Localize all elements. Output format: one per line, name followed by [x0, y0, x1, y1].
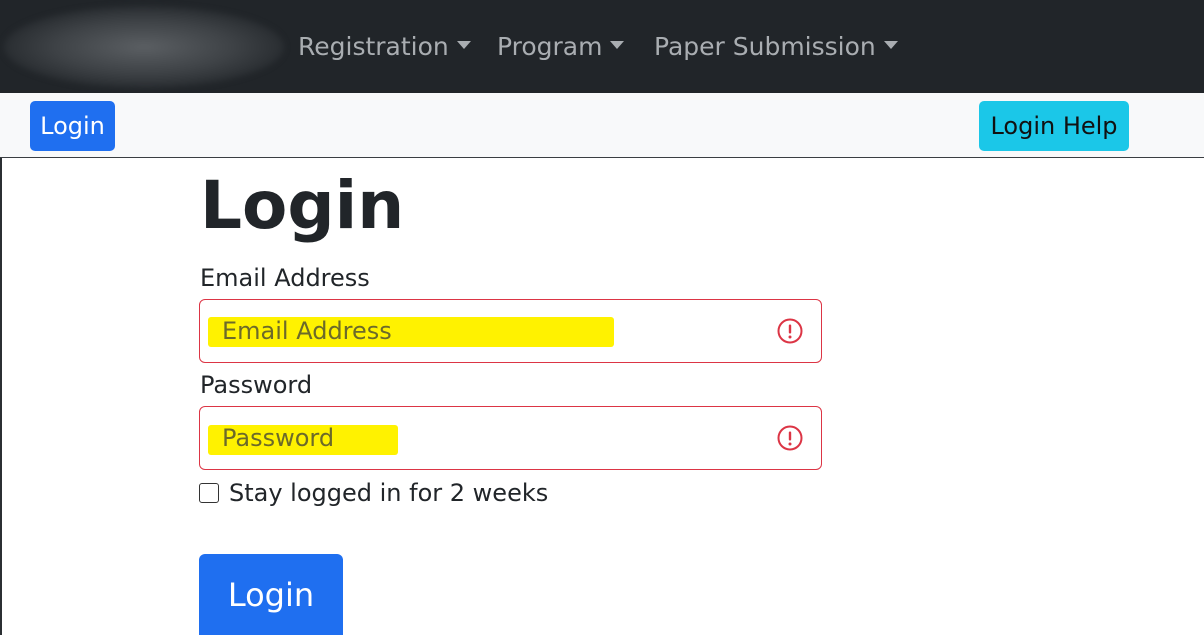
caret-down-icon	[883, 41, 898, 49]
stay-logged-in-label[interactable]: Stay logged in for 2 weeks	[229, 479, 548, 507]
nav-program-dropdown[interactable]: Program	[497, 26, 625, 66]
password-label: Password	[200, 371, 313, 399]
page-title: Login	[200, 167, 405, 244]
email-label: Email Address	[200, 264, 370, 292]
login-submit-button[interactable]: Login	[199, 554, 343, 635]
nav-registration-label: Registration	[298, 31, 449, 61]
brand-logo-blurred[interactable]	[4, 6, 284, 88]
login-nav-button[interactable]: Login	[30, 101, 115, 151]
password-field[interactable]	[200, 407, 760, 469]
nav-paper-submission-label: Paper Submission	[654, 31, 876, 61]
nav-registration-dropdown[interactable]: Registration	[298, 26, 471, 66]
nav-program-label: Program	[497, 31, 603, 61]
caret-down-icon	[456, 41, 471, 49]
email-field[interactable]	[200, 300, 760, 362]
password-field-wrapper	[199, 406, 822, 470]
nav-paper-submission-dropdown[interactable]: Paper Submission	[654, 26, 898, 66]
error-icon	[777, 425, 803, 451]
stay-logged-in-checkbox[interactable]	[199, 483, 219, 503]
email-field-wrapper	[199, 299, 822, 363]
stay-logged-in-row: Stay logged in for 2 weeks	[199, 479, 548, 507]
caret-down-icon	[610, 41, 625, 49]
error-icon	[777, 318, 803, 344]
sub-navbar: Login Login Help	[0, 93, 1204, 158]
login-help-button[interactable]: Login Help	[979, 101, 1129, 151]
top-navbar: Registration Program Paper Submission	[0, 0, 1204, 93]
